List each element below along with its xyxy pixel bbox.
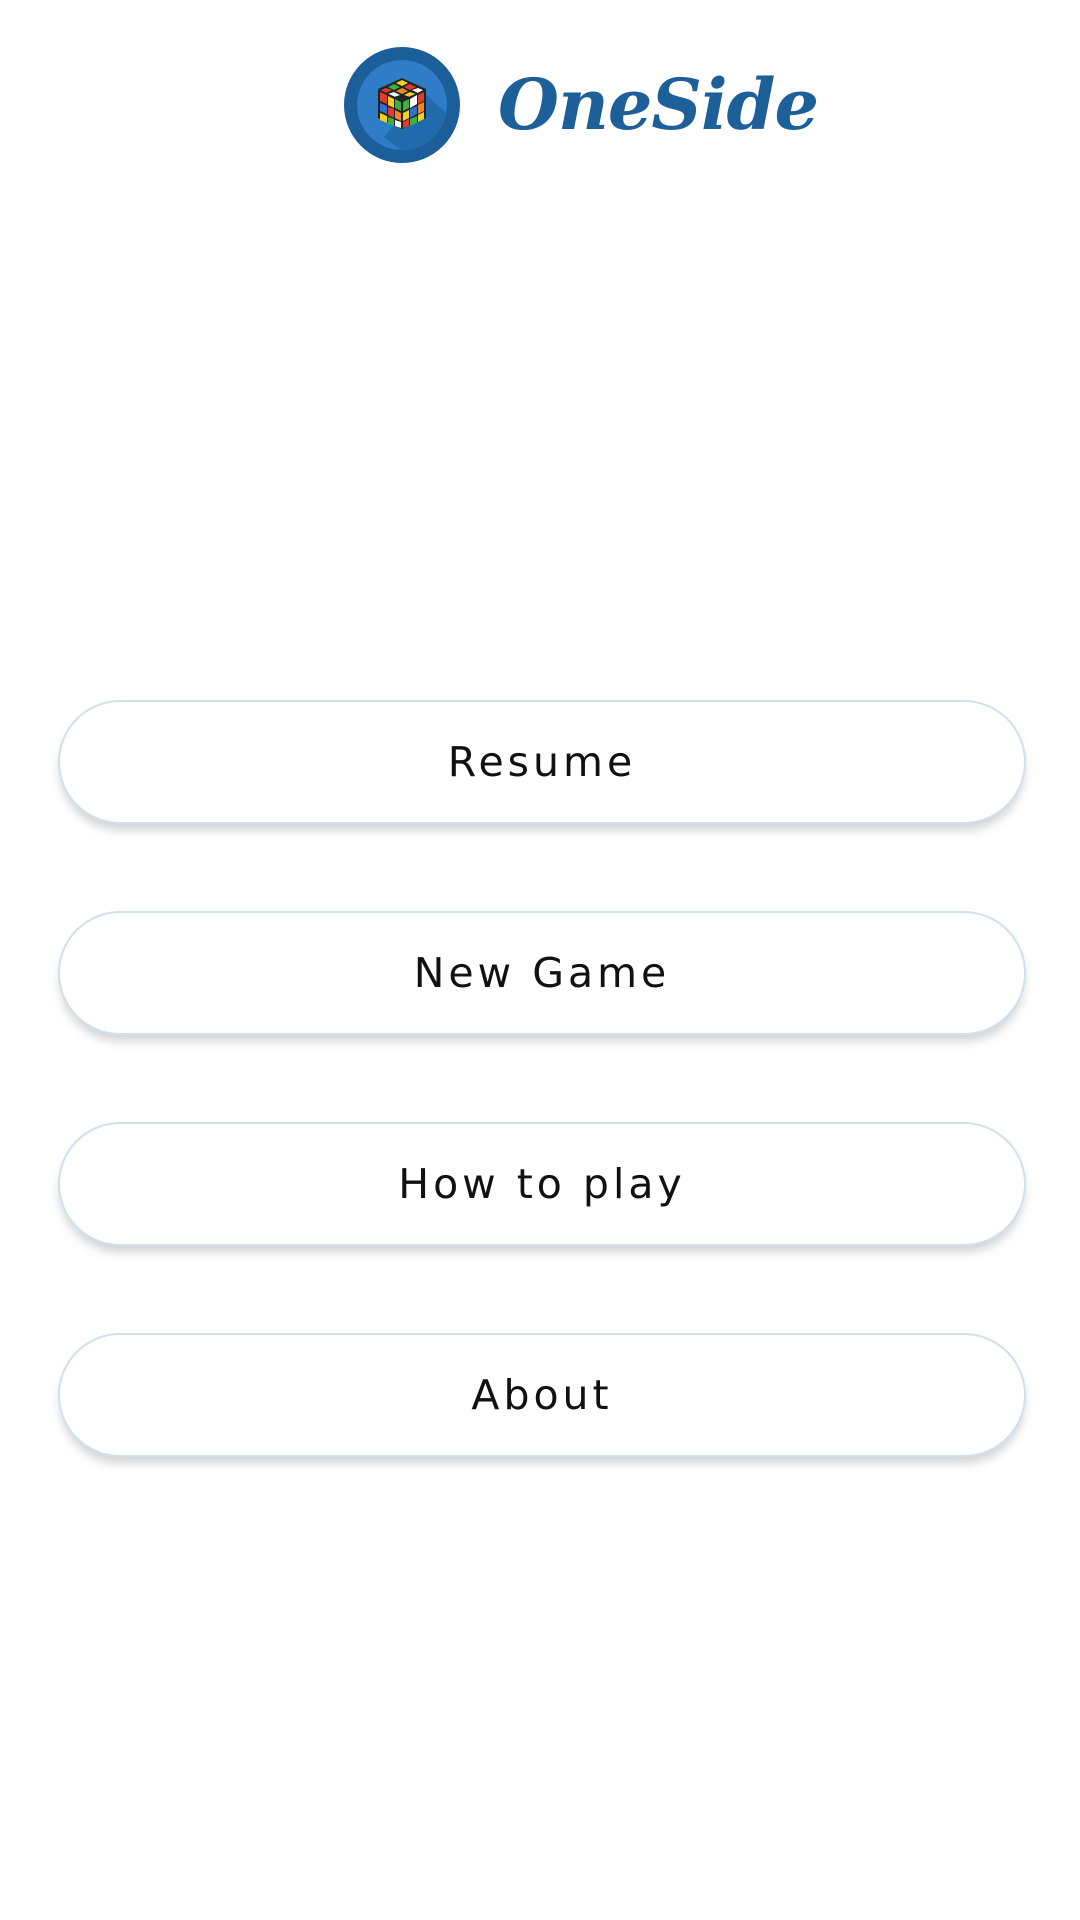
resume-button[interactable]: Resume <box>58 700 1026 824</box>
rubiks-cube-icon <box>344 47 460 163</box>
app-title: OneSide <box>498 63 819 146</box>
resume-button-label: Resume <box>447 738 637 786</box>
about-button[interactable]: About <box>58 1333 1026 1457</box>
how-to-play-button-label: How to play <box>398 1160 686 1208</box>
main-menu: Resume New Game How to play About <box>58 700 1026 1544</box>
new-game-button[interactable]: New Game <box>58 911 1026 1035</box>
app-header: OneSide <box>0 47 1080 163</box>
about-button-label: About <box>471 1371 613 1419</box>
new-game-button-label: New Game <box>413 949 671 997</box>
how-to-play-button[interactable]: How to play <box>58 1122 1026 1246</box>
